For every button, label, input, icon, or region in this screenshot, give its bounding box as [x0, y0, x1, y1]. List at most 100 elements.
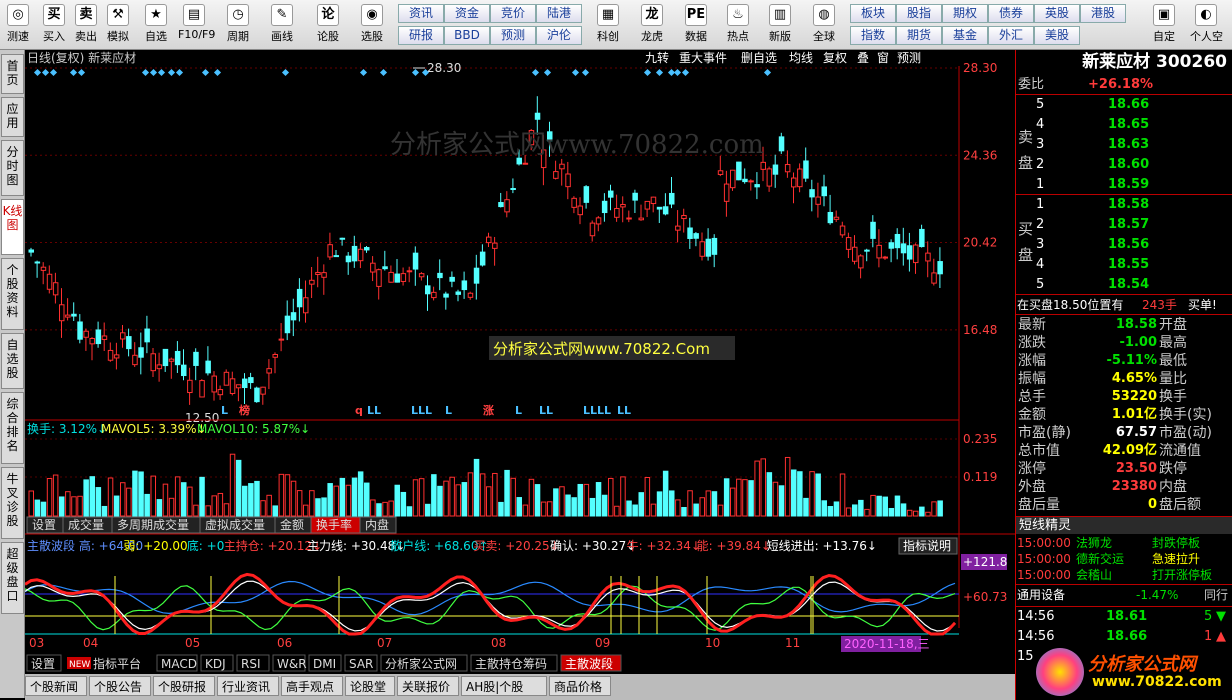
toolbar-button-9[interactable]: ◉ 选股 — [356, 2, 388, 48]
quick-button[interactable]: 外汇 — [988, 26, 1034, 45]
volume-bar — [522, 504, 529, 517]
toolbar-button-11[interactable]: 龙龙虎 — [636, 2, 668, 48]
chart-header-button[interactable]: 预测 — [895, 51, 923, 66]
toolbar-button-2[interactable]: 卖卖出 — [70, 2, 102, 48]
chart-canvas[interactable]: 28.3024.3620.4216.4828.3012.50L 榜 q LL LLL L 涨… — [25, 50, 1015, 674]
candle-body — [742, 178, 748, 183]
candle-body — [400, 273, 407, 282]
quick-button[interactable]: 板块 — [850, 4, 896, 23]
candle-body — [248, 377, 254, 384]
indicator-value: 确认: +30.27↓ — [550, 539, 636, 553]
candle-body — [925, 252, 931, 262]
chart-area[interactable]: 日线(复权) 新莱应材 28.30 24.36 20.42 16.48 28.30 12.… — [25, 50, 1015, 674]
bottom-link[interactable]: 个股新闻 — [25, 676, 87, 696]
quick-button[interactable]: 沪伦 — [536, 26, 582, 45]
quick-button[interactable]: 基金 — [942, 26, 988, 45]
quick-button[interactable]: 陆港 — [536, 4, 582, 23]
quote-row: 在买盘18.50位置有 243手 买单! — [1016, 296, 1232, 314]
toolbar-button-7[interactable]: ✎ 画线 — [266, 2, 298, 48]
quick-button[interactable]: 研报 — [398, 26, 444, 45]
quick-button[interactable]: 资金 — [444, 4, 490, 23]
quick-button[interactable]: 竞价 — [490, 4, 536, 23]
volume-bar — [95, 487, 102, 517]
chart-header-button[interactable]: 重大事件 — [677, 51, 729, 66]
toolbar-button-14[interactable]: ▥ 新版 — [764, 2, 796, 48]
candle-body — [223, 371, 230, 386]
volume-bar — [34, 499, 41, 517]
toolbar-button-13[interactable]: ♨ 热点 — [722, 2, 754, 48]
toolbar-button-8[interactable]: 论论股 — [312, 2, 344, 48]
chart-header-button[interactable]: 复权 — [821, 51, 849, 66]
toolbar-button-5[interactable]: ▤ F10/F9 — [178, 2, 215, 48]
quick-button[interactable]: 指数 — [850, 26, 896, 45]
toolbar-button-0[interactable]: ◎ 测速 — [2, 2, 34, 48]
volume-bar — [126, 487, 132, 517]
bottom-link[interactable]: 高手观点 — [281, 676, 343, 696]
quick-button[interactable]: 港股 — [1080, 4, 1126, 23]
toolbar-button-12[interactable]: PE 数据 — [680, 2, 712, 48]
toolbar-button-15[interactable]: ◍ 全球 — [808, 2, 840, 48]
candle-body — [644, 200, 651, 210]
volume-bar — [577, 483, 583, 517]
bottom-link[interactable]: 论股堂 — [345, 676, 395, 696]
candle-body — [193, 351, 199, 366]
candle-body — [156, 364, 163, 370]
toolbar-button-10[interactable]: ▦ 科创 — [592, 2, 624, 48]
quick-button[interactable]: 期货 — [896, 26, 942, 45]
pe-icon: PE — [685, 4, 707, 26]
side-tab-8[interactable]: 超级盘口 — [1, 542, 24, 614]
quick-button[interactable]: 债券 — [988, 4, 1034, 23]
quick-button[interactable]: 美股 — [1034, 26, 1080, 45]
candle-body — [699, 241, 705, 257]
side-tab-3[interactable]: K线图 — [1, 199, 24, 255]
sprite-event: 打开涨停板 — [1152, 568, 1213, 582]
stat-value: 4.65% — [1111, 371, 1157, 386]
chart-header-button[interactable]: 叠 — [855, 51, 871, 66]
side-tab-7[interactable]: 牛叉诊股 — [1, 467, 24, 539]
toolbar-button-16[interactable]: ▣ 自定 — [1148, 2, 1180, 48]
volume-bar — [199, 476, 205, 517]
chart-header-button[interactable]: 九转 — [643, 51, 671, 66]
volume-bar — [791, 469, 797, 517]
toolbar-button-17[interactable]: ◐ 个人空 — [1190, 2, 1223, 48]
quick-button[interactable]: 英股 — [1034, 4, 1080, 23]
candle-body — [168, 358, 175, 362]
mid-tab-2: 多周期成交量 — [111, 516, 201, 534]
chart-header-button[interactable]: 均线 — [787, 51, 815, 66]
quick-button[interactable]: 股指 — [896, 4, 942, 23]
flower-logo-icon — [1036, 648, 1084, 696]
toolbar-button-4[interactable]: ★ 自选 — [140, 2, 172, 48]
side-tab-2[interactable]: 分时图 — [1, 140, 24, 196]
quote-row: 金额 1.01亿 换手(实) — [1016, 406, 1232, 424]
side-tab-1[interactable]: 应用 — [1, 97, 24, 137]
side-tab-4[interactable]: 个股资料 — [1, 258, 24, 330]
side-tab-6[interactable]: 综合排名 — [1, 392, 24, 464]
svg-text:SAR: SAR — [349, 657, 373, 671]
quick-button[interactable]: 预测 — [490, 26, 536, 45]
side-tab-0[interactable]: 首页 — [1, 54, 24, 94]
bottom-link[interactable]: 关联报价 — [397, 676, 459, 696]
side-tab-5[interactable]: 自选股 — [1, 333, 24, 389]
event-diamond — [581, 68, 590, 77]
bottom-link[interactable]: AH股|个股 — [461, 676, 547, 696]
quote-row: 3 18.56 — [1016, 236, 1232, 254]
toolbar-button-1[interactable]: 买买入 — [38, 2, 70, 48]
bottom-link[interactable]: 个股研报 — [153, 676, 215, 696]
quick-button[interactable]: BBD — [444, 26, 490, 45]
volume-bar — [364, 482, 370, 517]
bottom-link[interactable]: 行业资讯 — [217, 676, 279, 696]
chart-header-button[interactable]: 删自选 — [739, 51, 779, 66]
quick-button[interactable]: 资讯 — [398, 4, 444, 23]
candle-body — [754, 184, 760, 188]
bottom-link[interactable]: 个股公告 — [89, 676, 151, 696]
bottom-link[interactable]: 商品价格 — [549, 676, 611, 696]
wb-label: 委比 — [1018, 77, 1045, 92]
candle-body — [181, 364, 187, 377]
logo-text: 分析家公式网 — [1088, 654, 1196, 675]
toolbar-button-6[interactable]: ◷ 周期 — [222, 2, 254, 48]
chart-header-button[interactable]: 窗 — [875, 51, 891, 66]
quick-button[interactable]: 期权 — [942, 4, 988, 23]
toolbar-button-3[interactable]: ⚒ 模拟 — [102, 2, 134, 48]
svg-text:MACD: MACD — [161, 657, 197, 671]
volume-bar — [303, 504, 309, 517]
